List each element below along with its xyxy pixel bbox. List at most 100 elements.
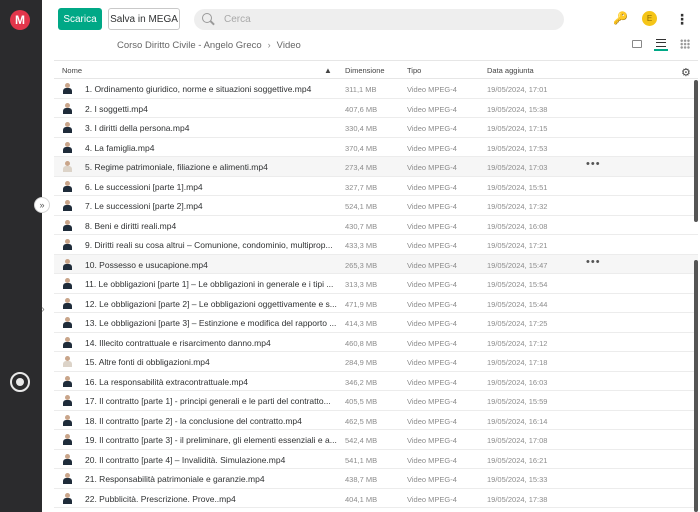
file-size: 346,2 MB	[345, 377, 378, 387]
more-vertical-icon[interactable]: ⋮	[675, 11, 689, 27]
table-row[interactable]: 10. Possesso e usucapione.mp4 265,3 MB Vid…	[54, 254, 698, 274]
file-type: Video MPEG-4	[407, 475, 457, 484]
search-bar[interactable]	[194, 9, 564, 30]
column-header-size[interactable]: Dimensione	[345, 66, 385, 75]
file-size: 541,1 MB	[345, 455, 378, 465]
table-row[interactable]: 13. Le obbligazioni [parte 3] – Estinzio…	[54, 313, 698, 333]
file-date: 19/05/2024, 15:51	[487, 182, 548, 192]
file-type: Video MPEG-4	[407, 358, 457, 367]
file-type: Video MPEG-4	[407, 202, 457, 211]
more-horizontal-icon[interactable]: •••	[586, 158, 601, 170]
file-name: 21. Responsabilità patrimoniale e garanz…	[85, 474, 265, 484]
table-row[interactable]: 22. Pubblicità. Prescrizione. Prove..mp4…	[54, 489, 698, 508]
table-row[interactable]: 7. Le successioni [parte 2].mp4 524,1 MB V…	[54, 196, 698, 216]
table-row[interactable]: 11. Le obbligazioni [parte 1] – Le obbli…	[54, 274, 698, 294]
file-name: 5. Regime patrimoniale, filiazione e ali…	[85, 162, 268, 172]
column-header-type[interactable]: Tipo	[407, 66, 421, 75]
table-row[interactable]: 18. Il contratto [parte 2] - la conclusi…	[54, 411, 698, 430]
table-row[interactable]: 1. Ordinamento giuridico, norme e situaz…	[54, 79, 698, 99]
file-type: Video MPEG-4	[407, 85, 457, 94]
column-header-name[interactable]: Nome	[62, 66, 82, 75]
file-date: 19/05/2024, 15:59	[487, 397, 548, 406]
search-input[interactable]	[224, 14, 524, 25]
search-icon	[202, 12, 216, 27]
breadcrumb-parent[interactable]: Corso Diritto Civile - Angelo Greco	[117, 40, 262, 51]
file-type: Video MPEG-4	[407, 182, 457, 192]
file-date: 19/05/2024, 17:21	[487, 241, 548, 250]
file-name: 12. Le obbligazioni [parte 2] – Le obbli…	[85, 298, 337, 309]
table-row[interactable]: 6. Le successioni [parte 1].mp4 327,7 MB V…	[54, 177, 698, 196]
file-date: 19/05/2024, 17:08	[487, 436, 548, 445]
breadcrumb-current[interactable]: Video	[277, 40, 301, 51]
video-thumbnail	[62, 258, 73, 270]
table-row[interactable]: 3. I diritti della persona.mp4 330,4 MB Vi…	[54, 118, 698, 138]
file-name: 17. Il contratto [parte 1] - principi ge…	[85, 396, 331, 406]
table-row[interactable]: 8. Beni e diritti reali.mp4 430,7 MB Video…	[54, 216, 698, 235]
file-size: 462,5 MB	[345, 416, 378, 426]
file-size: 433,3 MB	[345, 241, 378, 250]
file-name: 13. Le obbligazioni [parte 3] – Estinzio…	[85, 318, 337, 328]
video-thumbnail	[62, 414, 73, 426]
file-size: 273,4 MB	[345, 163, 378, 172]
video-thumbnail	[62, 200, 73, 211]
table-row[interactable]: 14. Illecito contrattuale e risarcimento…	[54, 333, 698, 352]
grid-view-icon[interactable]	[678, 37, 692, 51]
list-view-icon[interactable]	[654, 37, 668, 51]
file-date: 19/05/2024, 15:54	[487, 280, 548, 289]
table-row[interactable]: 12. Le obbligazioni [parte 2] – Le obbli…	[54, 294, 698, 313]
download-button[interactable]: Scarica	[58, 8, 102, 30]
mega-logo-icon[interactable]: M	[10, 10, 30, 30]
file-type: Video MPEG-4	[407, 143, 457, 153]
file-type: Video MPEG-4	[407, 494, 457, 504]
video-thumbnail	[62, 492, 73, 504]
video-thumbnail	[62, 336, 73, 348]
top-bar: Scarica Salva in MEGA 🔑 E ⋮	[42, 0, 700, 38]
file-name: 19. Il contratto [parte 3] - il prelimin…	[85, 435, 337, 445]
table-row[interactable]: 9. Diritti reali su cosa altrui – Comuni…	[54, 235, 698, 255]
table-row[interactable]: 21. Responsabilità patrimoniale e garanz…	[54, 469, 698, 489]
table-row[interactable]: 5. Regime patrimoniale, filiazione e ali…	[54, 157, 698, 177]
file-type: Video MPEG-4	[407, 260, 457, 270]
avatar[interactable]: E	[642, 11, 657, 26]
file-type: Video MPEG-4	[407, 377, 457, 387]
table-row[interactable]: 2. I soggetti.mp4 407,6 MB Video MPEG-4 19/…	[54, 99, 698, 118]
column-header-date[interactable]: Data aggiunta	[487, 66, 534, 75]
file-type: Video MPEG-4	[407, 436, 457, 445]
table-row[interactable]: 15. Altre fonti di obbligazioni.mp4 284,9…	[54, 352, 698, 372]
sort-ascending-icon[interactable]: ▲	[324, 66, 332, 75]
table-row[interactable]: 17. Il contratto [parte 1] - principi ge…	[54, 391, 698, 411]
video-thumbnail	[62, 180, 73, 192]
file-date: 19/05/2024, 16:03	[487, 377, 548, 387]
scrollbar-thumb-lower[interactable]	[694, 260, 698, 512]
thumbnail-view-icon[interactable]	[630, 37, 644, 51]
scrollbar-thumb[interactable]	[694, 80, 698, 222]
video-thumbnail	[62, 395, 73, 406]
expand-sidebar-icon[interactable]: »	[34, 197, 50, 213]
save-to-mega-button[interactable]: Salva in MEGA	[108, 8, 180, 30]
gear-icon[interactable]: ⚙	[681, 66, 691, 79]
sync-icon[interactable]	[10, 372, 30, 392]
chevron-right-icon[interactable]: ›	[38, 301, 48, 317]
more-horizontal-icon[interactable]: •••	[586, 256, 601, 268]
file-name: 1. Ordinamento giuridico, norme e situaz…	[85, 84, 312, 94]
file-date: 19/05/2024, 17:01	[487, 85, 548, 94]
file-size: 327,7 MB	[345, 182, 378, 192]
video-thumbnail	[62, 434, 73, 445]
file-size: 414,3 MB	[345, 319, 378, 328]
file-type: Video MPEG-4	[407, 455, 457, 465]
file-name: 18. Il contratto [parte 2] - la conclusi…	[85, 415, 302, 426]
table-row[interactable]: 16. La responsabilità extracontrattuale.…	[54, 372, 698, 391]
video-thumbnail	[62, 317, 73, 328]
key-icon[interactable]: 🔑	[613, 12, 628, 24]
file-name: 8. Beni e diritti reali.mp4	[85, 220, 177, 231]
video-thumbnail	[62, 278, 73, 289]
table-row[interactable]: 19. Il contratto [parte 3] - il prelimin…	[54, 430, 698, 450]
video-thumbnail	[62, 83, 73, 94]
file-date: 19/05/2024, 15:47	[487, 260, 548, 270]
table-row[interactable]: 4. La famiglia.mp4 370,4 MB Video MPEG-4 19…	[54, 138, 698, 157]
table-row[interactable]: 20. Il contratto [parte 4] – Invalidità.…	[54, 450, 698, 469]
file-name: 2. I soggetti.mp4	[85, 103, 148, 114]
file-date: 19/05/2024, 17:12	[487, 338, 548, 348]
file-name: 10. Possesso e usucapione.mp4	[85, 259, 208, 270]
file-name: 6. Le successioni [parte 1].mp4	[85, 181, 203, 192]
